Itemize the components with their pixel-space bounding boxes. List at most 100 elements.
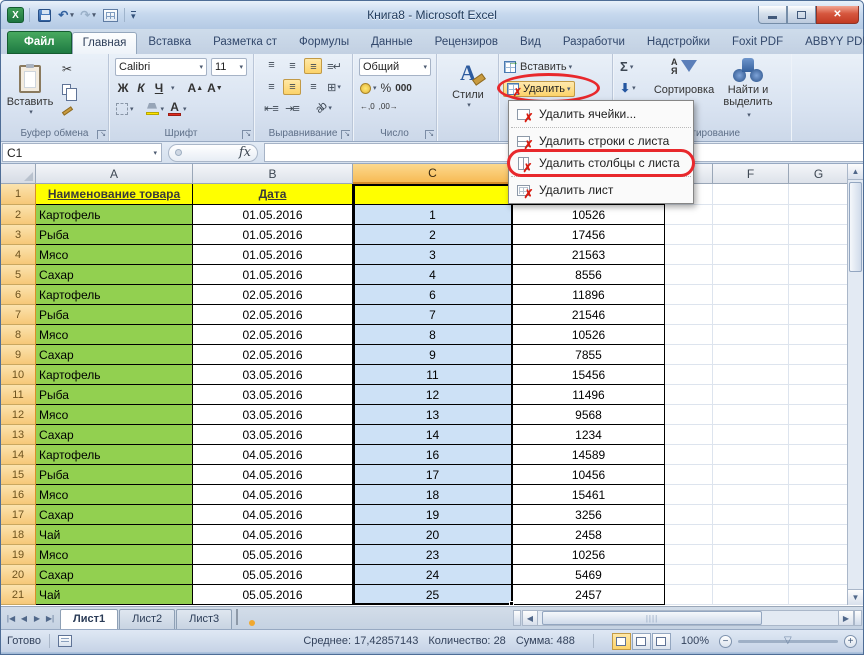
row-header-10[interactable]: 10 xyxy=(1,365,36,385)
cell-C12[interactable]: 13 xyxy=(353,405,513,425)
menu-item-delete-columns[interactable]: ✗Удалить столбцы с листа xyxy=(509,152,693,174)
column-header-A[interactable]: A xyxy=(36,164,193,184)
cell-G10[interactable] xyxy=(789,365,849,385)
row-header-15[interactable]: 15 xyxy=(1,465,36,485)
cell-A3[interactable]: Рыба xyxy=(36,225,193,245)
fill-handle[interactable] xyxy=(509,601,514,606)
cell-F14[interactable] xyxy=(713,445,789,465)
cell-B1[interactable]: Дата xyxy=(193,184,353,205)
tab-надстройки[interactable]: Надстройки xyxy=(636,31,721,54)
cell-G13[interactable] xyxy=(789,425,849,445)
decrease-indent-button[interactable]: ⇤≡ xyxy=(262,100,280,116)
cell-C21[interactable]: 25 xyxy=(353,585,513,605)
page-break-view-button[interactable] xyxy=(652,633,671,650)
font-size-select[interactable]: 11▾ xyxy=(211,58,247,76)
increase-indent-button[interactable]: ⇥≡ xyxy=(283,100,301,116)
zoom-track[interactable]: ▽ xyxy=(738,640,838,643)
cell-F3[interactable] xyxy=(713,225,789,245)
row-header-1[interactable]: 1 xyxy=(1,184,36,205)
number-format-select[interactable]: Общий▾ xyxy=(359,58,431,76)
cell-E6[interactable] xyxy=(665,285,713,305)
cell-F6[interactable] xyxy=(713,285,789,305)
menu-item-delete-rows[interactable]: ✗Удалить строки с листа xyxy=(509,130,693,152)
cell-C14[interactable]: 16 xyxy=(353,445,513,465)
align-center-button[interactable]: ≡ xyxy=(283,79,301,95)
cell-A9[interactable]: Сахар xyxy=(36,345,193,365)
cell-F18[interactable] xyxy=(713,525,789,545)
cell-F15[interactable] xyxy=(713,465,789,485)
cell-B10[interactable]: 03.05.2016 xyxy=(193,365,353,385)
row-header-18[interactable]: 18 xyxy=(1,525,36,545)
zoom-out-icon[interactable]: − xyxy=(719,635,732,648)
cell-D17[interactable]: 3256 xyxy=(513,505,665,525)
cell-B4[interactable]: 01.05.2016 xyxy=(193,245,353,265)
dialog-launcher-icon[interactable]: ↘ xyxy=(425,130,434,139)
comma-style-button[interactable]: 000 xyxy=(394,82,413,95)
cell-A5[interactable]: Сахар xyxy=(36,265,193,285)
cell-C1[interactable] xyxy=(353,184,513,205)
cell-D14[interactable]: 14589 xyxy=(513,445,665,465)
cell-D18[interactable]: 2458 xyxy=(513,525,665,545)
cell-G19[interactable] xyxy=(789,545,849,565)
close-button[interactable]: ✕ xyxy=(816,6,859,24)
cell-E11[interactable] xyxy=(665,385,713,405)
cell-F21[interactable] xyxy=(713,585,789,605)
cell-B12[interactable]: 03.05.2016 xyxy=(193,405,353,425)
prev-sheet-icon[interactable]: ◀ xyxy=(18,614,30,623)
column-header-C[interactable]: C xyxy=(353,164,513,184)
cell-A2[interactable]: Картофель xyxy=(36,205,193,225)
sort-filter-button[interactable]: АЯ Сортировка xyxy=(655,57,713,97)
italic-button[interactable]: К xyxy=(133,80,149,96)
cell-C11[interactable]: 12 xyxy=(353,385,513,405)
cell-G2[interactable] xyxy=(789,205,849,225)
font-color-button[interactable]: А▾ xyxy=(167,101,188,117)
cell-A12[interactable]: Мясо xyxy=(36,405,193,425)
cell-G21[interactable] xyxy=(789,585,849,605)
fill-button[interactable]: ⬇▾ xyxy=(617,79,651,96)
cell-D2[interactable]: 10526 xyxy=(513,205,665,225)
cell-C9[interactable]: 9 xyxy=(353,345,513,365)
column-header-G[interactable]: G xyxy=(789,164,849,184)
name-box[interactable]: C1▾ xyxy=(2,143,162,162)
cell-C15[interactable]: 17 xyxy=(353,465,513,485)
cell-F13[interactable] xyxy=(713,425,789,445)
menu-item-delete-cells[interactable]: ✗Удалить ячейки... xyxy=(509,103,693,125)
cell-D16[interactable]: 15461 xyxy=(513,485,665,505)
cell-C13[interactable]: 14 xyxy=(353,425,513,445)
cell-B15[interactable]: 04.05.2016 xyxy=(193,465,353,485)
shrink-font-button[interactable]: А▼ xyxy=(206,80,224,96)
cell-A19[interactable]: Мясо xyxy=(36,545,193,565)
percent-button[interactable]: % xyxy=(380,80,393,96)
cell-B5[interactable]: 01.05.2016 xyxy=(193,265,353,285)
align-middle-button[interactable]: ≡ xyxy=(283,58,301,74)
cell-G14[interactable] xyxy=(789,445,849,465)
cell-F4[interactable] xyxy=(713,245,789,265)
copy-button[interactable]: ▾ xyxy=(59,81,93,98)
cell-D12[interactable]: 9568 xyxy=(513,405,665,425)
cell-D13[interactable]: 1234 xyxy=(513,425,665,445)
cell-E17[interactable] xyxy=(665,505,713,525)
cell-F20[interactable] xyxy=(713,565,789,585)
cell-G1[interactable] xyxy=(789,184,849,205)
cell-E9[interactable] xyxy=(665,345,713,365)
cell-F11[interactable] xyxy=(713,385,789,405)
next-sheet-icon[interactable]: ▶ xyxy=(31,614,43,623)
cell-C6[interactable]: 6 xyxy=(353,285,513,305)
bold-button[interactable]: Ж xyxy=(115,80,131,96)
row-header-13[interactable]: 13 xyxy=(1,425,36,445)
align-top-button[interactable]: ≡ xyxy=(262,58,280,74)
select-all-corner[interactable] xyxy=(1,164,36,184)
cell-B13[interactable]: 03.05.2016 xyxy=(193,425,353,445)
cell-C19[interactable]: 23 xyxy=(353,545,513,565)
cell-E19[interactable] xyxy=(665,545,713,565)
cell-B11[interactable]: 03.05.2016 xyxy=(193,385,353,405)
cell-F16[interactable] xyxy=(713,485,789,505)
tab-главная[interactable]: Главная xyxy=(72,32,138,54)
cell-A1[interactable]: Наименование товара xyxy=(36,184,193,205)
cell-E15[interactable] xyxy=(665,465,713,485)
insert-cells-button[interactable]: → Вставить▾ xyxy=(503,60,573,74)
cell-F2[interactable] xyxy=(713,205,789,225)
cell-C2[interactable]: 1 xyxy=(353,205,513,225)
cell-A4[interactable]: Мясо xyxy=(36,245,193,265)
wrap-text-button[interactable]: ≡↵ xyxy=(325,58,343,74)
